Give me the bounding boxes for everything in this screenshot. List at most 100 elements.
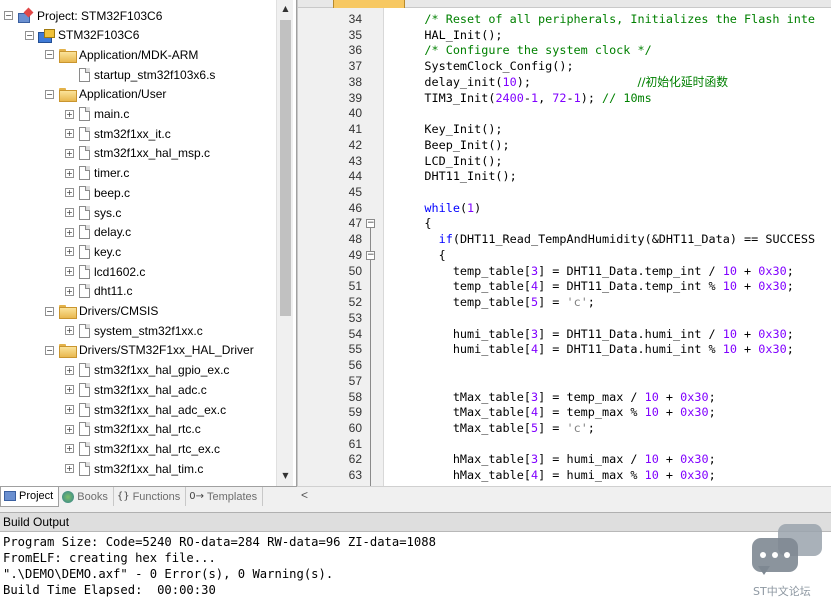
tree-item-group[interactable]: − Drivers/CMSIS xyxy=(45,302,158,321)
tree-item-file[interactable]: + lcd1602.c xyxy=(65,262,145,281)
tree-item-file[interactable]: + system_stm32f1xx.c xyxy=(65,321,203,340)
scroll-down-arrow-icon[interactable]: ▼ xyxy=(277,467,294,484)
tree-item-file[interactable]: + beep.c xyxy=(65,183,130,202)
code-line[interactable]: 37 SystemClock_Config(); xyxy=(298,59,831,75)
collapse-icon[interactable]: − xyxy=(4,11,13,20)
scroll-up-arrow-icon[interactable]: ▲ xyxy=(277,0,294,17)
code-line[interactable]: 49 {− xyxy=(298,248,831,264)
code-line[interactable]: 47 {− xyxy=(298,216,831,232)
code-line[interactable]: 41 Key_Init(); xyxy=(298,122,831,138)
tree-item-file[interactable]: + stm32f1xx_hal_gpio_ex.c xyxy=(65,361,229,380)
code-line[interactable]: 35 HAL_Init(); xyxy=(298,28,831,44)
tree-item-file[interactable]: + stm32f1xx_hal_rtc.c xyxy=(65,420,201,439)
expand-icon[interactable]: + xyxy=(65,208,74,217)
code-line[interactable]: 54 humi_table[3] = DHT11_Data.humi_int /… xyxy=(298,327,831,343)
code-line[interactable]: 63 hMax_table[4] = humi_max % 10 + 0x30; xyxy=(298,468,831,484)
code-line[interactable]: 46 while(1) xyxy=(298,201,831,217)
tree-item-file[interactable]: + dht11.c xyxy=(65,282,132,301)
code-line[interactable]: 44 DHT11_Init(); xyxy=(298,169,831,185)
line-number: 62 xyxy=(348,452,362,467)
expand-icon[interactable]: + xyxy=(65,109,74,119)
tab-project[interactable]: Project xyxy=(0,486,60,507)
code-line[interactable]: 43 LCD_Init(); xyxy=(298,154,831,170)
tree-vertical-scrollbar[interactable]: ▲ ▼ xyxy=(276,0,293,486)
tree-item-file[interactable]: + timer.c xyxy=(65,164,129,183)
scroll-left-arrow-icon[interactable]: < xyxy=(301,487,308,504)
fold-collapse-icon[interactable]: − xyxy=(366,219,375,229)
expand-icon[interactable]: + xyxy=(65,424,74,434)
code-line[interactable]: 56 xyxy=(298,358,831,374)
collapse-icon[interactable]: − xyxy=(45,50,54,60)
tree-item-group[interactable]: − Application/User xyxy=(45,85,166,104)
code-line[interactable]: 52 temp_table[5] = 'c'; xyxy=(298,295,831,311)
tree-item-label: stm32f1xx_it.c xyxy=(94,126,171,141)
build-output-line: ".\DEMO\DEMO.axf" - 0 Error(s), 0 Warnin… xyxy=(3,567,334,581)
line-number: 36 xyxy=(348,43,362,58)
expand-icon[interactable]: + xyxy=(65,148,74,158)
expand-icon[interactable]: + xyxy=(65,286,74,296)
tab-templates[interactable]: 0→ Templates xyxy=(186,487,264,506)
code-text: if(DHT11_Read_TempAndHumidity(&DHT11_Dat… xyxy=(438,232,816,247)
code-editor[interactable]: main.c 34 /* Reset of all peripherals, I… xyxy=(297,0,831,486)
code-line[interactable]: 36 /* Configure the system clock */ xyxy=(298,43,831,59)
code-line[interactable]: 45 xyxy=(298,185,831,201)
editor-tab-main-c[interactable]: main.c xyxy=(333,0,405,8)
code-line[interactable]: 62 hMax_table[3] = humi_max / 10 + 0x30; xyxy=(298,452,831,468)
expand-icon[interactable]: + xyxy=(65,267,74,277)
code-line[interactable]: 55 humi_table[4] = DHT11_Data.humi_int %… xyxy=(298,342,831,358)
code-line[interactable]: 40 xyxy=(298,106,831,122)
tree-item-target[interactable]: − STM32F103C6 xyxy=(25,26,139,45)
tree-item-label: stm32f1xx_hal_adc.c xyxy=(94,382,207,397)
expand-icon[interactable]: + xyxy=(65,464,74,474)
tree-item-file[interactable]: + main.c xyxy=(65,105,129,124)
tree-item-group[interactable]: − Drivers/STM32F1xx_HAL_Driver xyxy=(45,341,254,360)
code-line[interactable]: 57 xyxy=(298,374,831,390)
code-line[interactable]: 38 delay_init(10); //初始化延时函数 xyxy=(298,75,831,91)
tree-item-file[interactable]: + stm32f1xx_hal_msp.c xyxy=(65,144,210,163)
tree-item-project[interactable]: − Project: STM32F103C6 xyxy=(4,6,162,25)
tree-item-file[interactable]: + stm32f1xx_hal_tim.c xyxy=(65,459,203,478)
code-line[interactable]: 51 temp_table[4] = DHT11_Data.temp_int %… xyxy=(298,279,831,295)
scrollbar-thumb[interactable] xyxy=(280,20,291,316)
code-line[interactable]: 48 if(DHT11_Read_TempAndHumidity(&DHT11_… xyxy=(298,232,831,248)
expand-icon[interactable]: + xyxy=(65,129,74,139)
tree-item-file[interactable]: + stm32f1xx_hal_rtc_ex.c xyxy=(65,439,220,458)
expand-icon[interactable]: + xyxy=(65,188,74,198)
collapse-icon[interactable]: − xyxy=(45,306,54,316)
expand-icon[interactable]: + xyxy=(65,227,74,237)
expand-icon[interactable]: + xyxy=(65,405,74,414)
code-line[interactable]: 42 Beep_Init(); xyxy=(298,138,831,154)
code-text: Beep_Init(); xyxy=(396,137,510,152)
tree-item-file[interactable]: + delay.c xyxy=(65,223,131,242)
expand-icon[interactable]: + xyxy=(65,326,74,336)
expand-icon[interactable]: + xyxy=(65,385,74,395)
collapse-icon[interactable]: − xyxy=(25,30,34,40)
build-output-pane[interactable]: Program Size: Code=5240 RO-data=284 RW-d… xyxy=(0,532,831,606)
code-line[interactable]: 34 /* Reset of all peripherals, Initiali… xyxy=(298,12,831,28)
collapse-icon[interactable]: − xyxy=(45,89,54,99)
tree-item-file[interactable]: + key.c xyxy=(65,242,121,261)
expand-icon[interactable]: + xyxy=(65,444,74,454)
tree-item-file[interactable]: startup_stm32f103x6.s xyxy=(65,65,215,84)
fold-collapse-icon[interactable]: − xyxy=(366,250,375,260)
code-line[interactable]: 59 tMax_table[4] = temp_max % 10 + 0x30; xyxy=(298,405,831,421)
tree-item-group[interactable]: − Application/MDK-ARM xyxy=(45,45,198,64)
collapse-icon[interactable]: − xyxy=(45,345,54,355)
code-line[interactable]: 53 xyxy=(298,311,831,327)
expand-icon[interactable]: + xyxy=(65,247,74,257)
code-line[interactable]: 58 tMax_table[3] = temp_max / 10 + 0x30; xyxy=(298,390,831,406)
code-line[interactable]: 60 tMax_table[5] = 'c'; xyxy=(298,421,831,437)
folder-icon xyxy=(59,344,77,359)
tree-item-file[interactable]: + stm32f1xx_it.c xyxy=(65,124,171,143)
tree-item-file[interactable]: + sys.c xyxy=(65,203,121,222)
editor-horizontal-scrollbar[interactable]: < xyxy=(297,486,831,503)
tree-item-file[interactable]: + stm32f1xx_hal_adc_ex.c xyxy=(65,400,226,419)
tab-functions[interactable]: {} Functions xyxy=(114,487,187,506)
code-line[interactable]: 61 xyxy=(298,437,831,453)
tab-books[interactable]: Books xyxy=(59,487,114,506)
expand-icon[interactable]: + xyxy=(65,168,74,178)
code-line[interactable]: 39 TIM3_Init(2400-1, 72-1); // 10ms xyxy=(298,91,831,107)
tree-item-file[interactable]: + stm32f1xx_hal_adc.c xyxy=(65,380,207,399)
code-line[interactable]: 50 temp_table[3] = DHT11_Data.temp_int /… xyxy=(298,264,831,280)
expand-icon[interactable]: + xyxy=(65,365,74,375)
